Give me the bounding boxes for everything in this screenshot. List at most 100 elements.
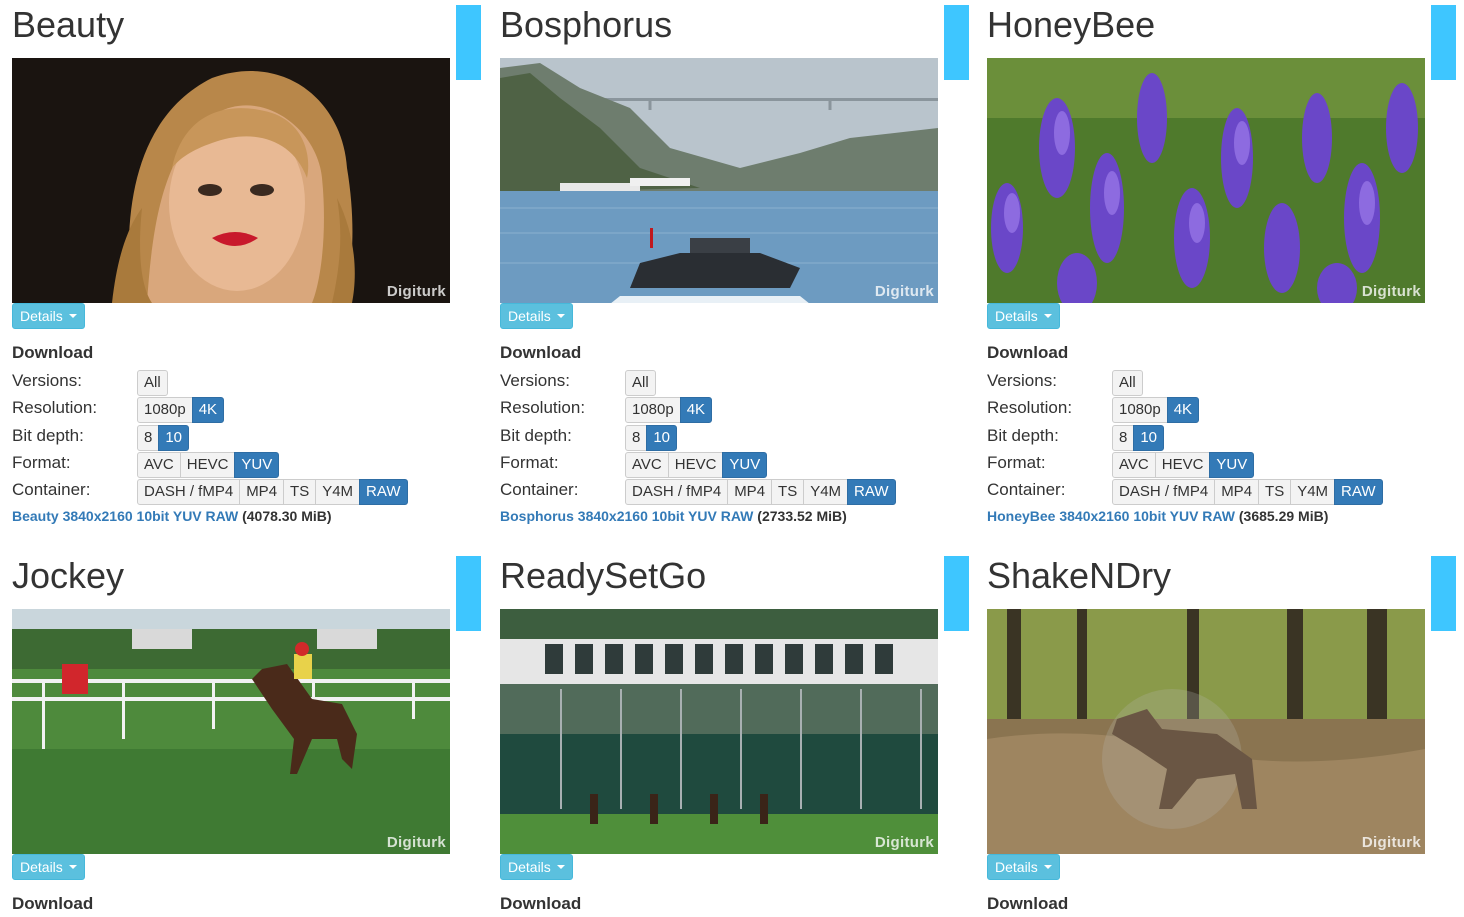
- format-options: AVC HEVC YUV: [137, 452, 280, 478]
- resolution-label: Resolution:: [12, 398, 98, 417]
- video-card-jockey: Jockey Digiturk Details Download: [12, 551, 482, 917]
- container-mp4-option[interactable]: MP4: [727, 479, 773, 505]
- format-hevc-option[interactable]: HEVC: [1154, 452, 1211, 478]
- resolution-4k-option[interactable]: 4K: [191, 397, 225, 423]
- bit-depth-8-option[interactable]: 8: [625, 425, 648, 451]
- video-title: HoneyBee: [987, 4, 1156, 45]
- versions-label: Versions:: [500, 371, 570, 390]
- watermark: Digiturk: [1361, 834, 1421, 851]
- container-ts-option[interactable]: TS: [283, 479, 317, 505]
- file-size: (4078.30 MiB): [242, 508, 332, 524]
- video-thumbnail[interactable]: Digiturk: [500, 609, 938, 854]
- container-y4m-option[interactable]: Y4M: [1290, 479, 1336, 505]
- bit-depth-8-option[interactable]: 8: [1112, 425, 1135, 451]
- video-title: Bosphorus: [500, 4, 673, 45]
- resolution-1080p-option[interactable]: 1080p: [1112, 397, 1168, 423]
- format-hevc-option[interactable]: HEVC: [179, 452, 236, 478]
- details-button[interactable]: Details: [987, 854, 1060, 880]
- file-download-line: Beauty 3840x2160 10bit YUV RAW (4078.30 …: [12, 508, 332, 524]
- video-thumbnail[interactable]: Digiturk: [12, 58, 450, 303]
- format-label: Format:: [987, 453, 1046, 472]
- container-dash-option[interactable]: DASH / fMP4: [625, 479, 729, 505]
- resolution-1080p-option[interactable]: 1080p: [137, 397, 193, 423]
- bit-depth-label: Bit depth:: [987, 426, 1059, 445]
- bit-depth-options: 8 10: [1112, 425, 1165, 451]
- container-raw-option[interactable]: RAW: [1334, 479, 1383, 505]
- container-raw-option[interactable]: RAW: [359, 479, 408, 505]
- details-button[interactable]: Details: [12, 303, 85, 329]
- container-label: Container:: [500, 480, 579, 499]
- format-options: AVC HEVC YUV: [625, 452, 768, 478]
- container-mp4-option[interactable]: MP4: [1214, 479, 1260, 505]
- details-button[interactable]: Details: [500, 303, 573, 329]
- file-download-link[interactable]: HoneyBee 3840x2160 10bit YUV RAW: [987, 508, 1235, 524]
- details-label: Details: [508, 307, 551, 324]
- version-all-option[interactable]: All: [625, 370, 656, 396]
- resolution-4k-option[interactable]: 4K: [679, 397, 713, 423]
- download-heading: Download: [987, 343, 1069, 362]
- download-heading: Download: [500, 894, 582, 913]
- accent-bar: [944, 556, 969, 631]
- bit-depth-options: 8 10: [137, 425, 190, 451]
- bit-depth-label: Bit depth:: [500, 426, 572, 445]
- format-label: Format:: [500, 453, 559, 472]
- versions-label: Versions:: [987, 371, 1057, 390]
- caret-down-icon: [68, 314, 77, 318]
- video-thumbnail[interactable]: Digiturk: [12, 609, 450, 854]
- resolution-4k-option[interactable]: 4K: [1166, 397, 1200, 423]
- format-hevc-option[interactable]: HEVC: [667, 452, 724, 478]
- version-all-option[interactable]: All: [1112, 370, 1143, 396]
- format-yuv-option[interactable]: YUV: [1209, 452, 1255, 478]
- caret-down-icon: [1043, 865, 1052, 869]
- accent-bar: [456, 556, 481, 631]
- accent-bar: [456, 5, 481, 80]
- format-yuv-option[interactable]: YUV: [234, 452, 280, 478]
- caret-down-icon: [556, 865, 565, 869]
- bit-depth-10-option[interactable]: 10: [646, 425, 678, 451]
- container-mp4-option[interactable]: MP4: [239, 479, 285, 505]
- details-button[interactable]: Details: [987, 303, 1060, 329]
- details-button[interactable]: Details: [500, 854, 573, 880]
- resolution-1080p-option[interactable]: 1080p: [625, 397, 681, 423]
- bit-depth-label: Bit depth:: [12, 426, 84, 445]
- bit-depth-8-option[interactable]: 8: [137, 425, 160, 451]
- video-card-bosphorus: Bosphorus Digiturk Details Download Vers…: [500, 0, 970, 540]
- versions-options: All: [625, 370, 656, 396]
- file-size: (2733.52 MiB): [757, 508, 847, 524]
- file-download-link[interactable]: Bosphorus 3840x2160 10bit YUV RAW: [500, 508, 753, 524]
- video-thumbnail[interactable]: Digiturk: [500, 58, 938, 303]
- format-avc-option[interactable]: AVC: [625, 452, 669, 478]
- container-y4m-option[interactable]: Y4M: [315, 479, 361, 505]
- caret-down-icon: [556, 314, 565, 318]
- format-yuv-option[interactable]: YUV: [722, 452, 768, 478]
- container-ts-option[interactable]: TS: [771, 479, 805, 505]
- version-all-option[interactable]: All: [137, 370, 168, 396]
- format-avc-option[interactable]: AVC: [1112, 452, 1156, 478]
- details-button[interactable]: Details: [12, 854, 85, 880]
- container-ts-option[interactable]: TS: [1258, 479, 1292, 505]
- file-download-line: HoneyBee 3840x2160 10bit YUV RAW (3685.2…: [987, 508, 1328, 524]
- details-label: Details: [20, 858, 63, 875]
- video-card-honeybee: HoneyBee Digiturk Details Download Versi…: [987, 0, 1457, 540]
- bit-depth-10-option[interactable]: 10: [1133, 425, 1165, 451]
- watermark: Digiturk: [386, 834, 446, 851]
- container-dash-option[interactable]: DASH / fMP4: [137, 479, 241, 505]
- container-dash-option[interactable]: DASH / fMP4: [1112, 479, 1216, 505]
- video-card-shakendry: ShakeNDry Digiturk Details Download: [987, 551, 1457, 917]
- resolution-label: Resolution:: [987, 398, 1073, 417]
- container-raw-option[interactable]: RAW: [847, 479, 896, 505]
- video-thumbnail[interactable]: Digiturk: [987, 58, 1425, 303]
- watermark: Digiturk: [874, 283, 934, 300]
- container-y4m-option[interactable]: Y4M: [803, 479, 849, 505]
- versions-options: All: [137, 370, 168, 396]
- resolution-options: 1080p 4K: [137, 397, 225, 423]
- format-avc-option[interactable]: AVC: [137, 452, 181, 478]
- file-download-link[interactable]: Beauty 3840x2160 10bit YUV RAW: [12, 508, 238, 524]
- resolution-options: 1080p 4K: [625, 397, 713, 423]
- video-title: Jockey: [12, 555, 125, 596]
- video-title: ShakeNDry: [987, 555, 1172, 596]
- details-label: Details: [508, 858, 551, 875]
- video-thumbnail[interactable]: Digiturk: [987, 609, 1425, 854]
- bit-depth-10-option[interactable]: 10: [158, 425, 190, 451]
- caret-down-icon: [68, 865, 77, 869]
